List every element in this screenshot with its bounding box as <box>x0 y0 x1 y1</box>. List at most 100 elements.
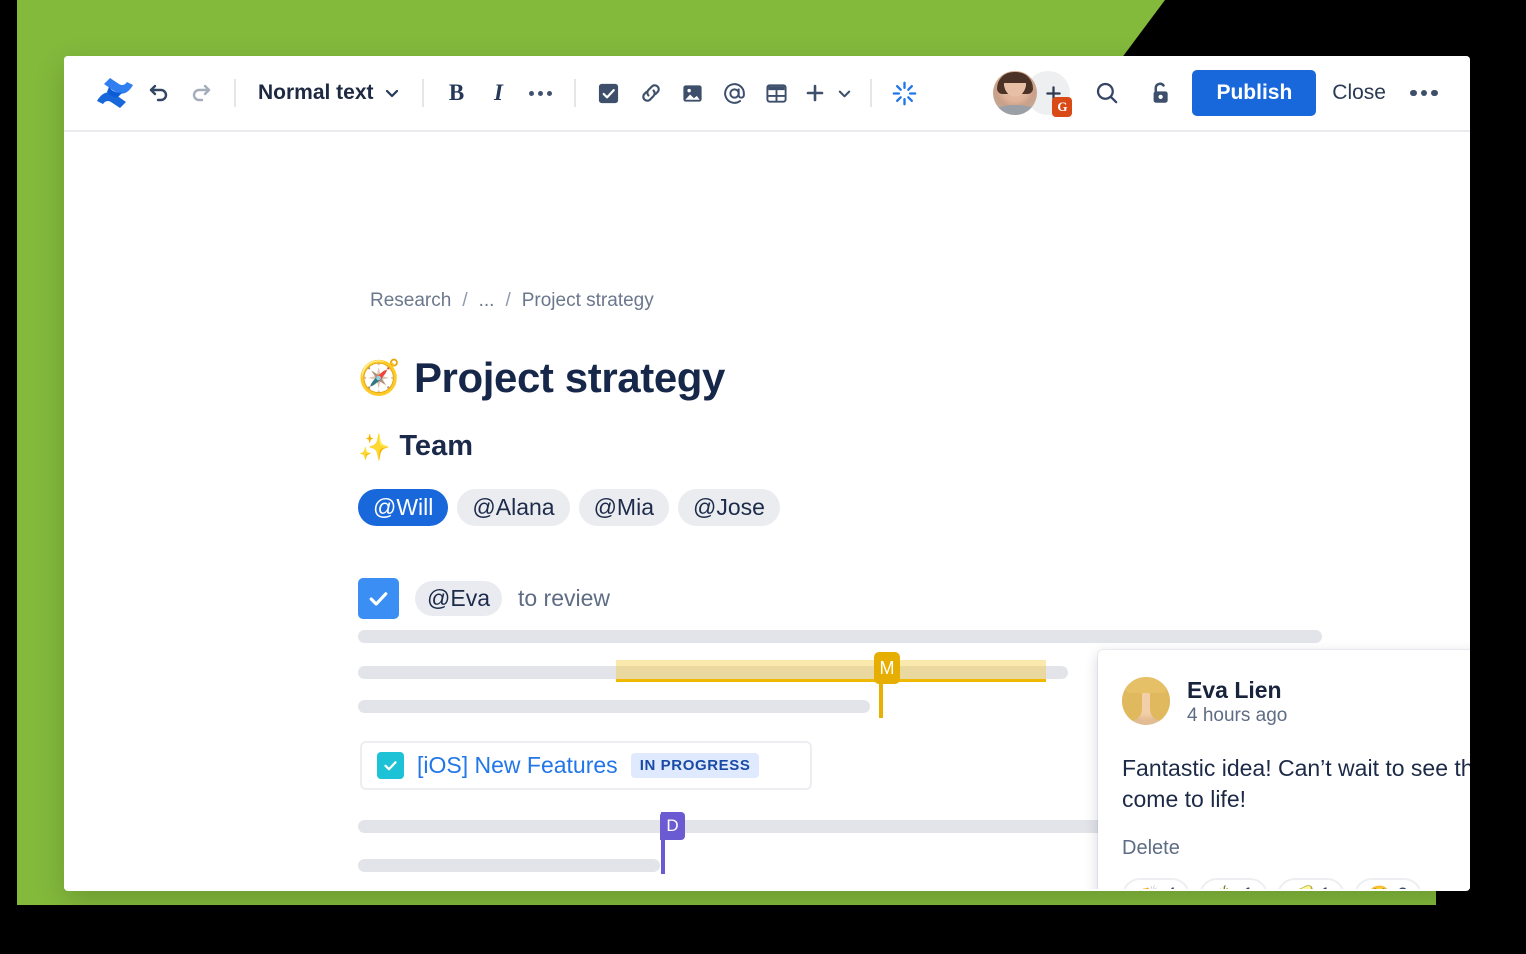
reaction-count: 2 <box>1397 885 1408 889</box>
action-item-button[interactable] <box>588 72 630 114</box>
breadcrumb-item-research[interactable]: Research <box>370 290 451 312</box>
breadcrumb-item-ellipsis[interactable]: ... <box>479 290 495 312</box>
reaction-astonished[interactable]: 😲 2 <box>1353 877 1422 889</box>
image-icon <box>683 84 702 102</box>
action-item-text: to review <box>517 585 611 611</box>
clap-icon: 👏 <box>1136 884 1160 889</box>
comment-delete-button[interactable]: Delete <box>1122 837 1470 860</box>
table-button[interactable] <box>756 72 798 114</box>
undo-button[interactable] <box>138 72 180 114</box>
sparkles-icon: ✨ <box>358 431 391 462</box>
toolbar-divider <box>869 79 872 107</box>
avatar-shoulder <box>993 105 1038 115</box>
redo-button[interactable] <box>180 72 222 114</box>
breadcrumb-separator: / <box>505 290 511 311</box>
mention-chip-jose[interactable]: @Jose <box>678 489 780 526</box>
unlock-icon <box>1154 82 1169 103</box>
breadcrumb: Research / ... / Project strategy <box>370 290 654 312</box>
toolbar-divider <box>573 79 576 107</box>
astonished-face-icon: 😲 <box>1368 884 1392 889</box>
avocado-icon: 🥑 <box>1291 884 1315 889</box>
atlassian-intelligence-button[interactable] <box>884 72 926 114</box>
section-heading-team: ✨ Team <box>358 430 473 463</box>
checkbox-icon <box>598 83 619 103</box>
comment-author: Eva Lien <box>1187 677 1282 703</box>
jira-smart-card[interactable]: [iOS] New Features IN PROGRESS <box>360 741 812 790</box>
reaction-count: 1 <box>1320 885 1331 889</box>
jira-issue-title: [iOS] New Features <box>417 752 618 778</box>
reaction-count: 1 <box>1243 885 1254 889</box>
mention-chip-mia[interactable]: @Mia <box>578 489 669 526</box>
collaborator-avatars: G <box>993 71 1073 117</box>
check-icon <box>384 761 397 771</box>
document-canvas: Research / ... / Project strategy 🧭 Proj… <box>64 132 1470 889</box>
placeholder-bar <box>358 859 660 872</box>
mention-chip-alana[interactable]: @Alana <box>457 489 570 526</box>
comment-author-block: Eva Lien 4 hours ago <box>1187 676 1287 727</box>
insert-menu-chevron-button[interactable] <box>832 72 858 114</box>
collaborator-flag-d: D <box>660 812 685 840</box>
toolbar-divider <box>421 79 424 107</box>
jira-status-checkbox[interactable] <box>377 752 404 779</box>
avatar-badge: G <box>1052 97 1073 117</box>
avatar[interactable] <box>993 71 1038 115</box>
section-heading-text: Team <box>399 430 473 462</box>
search-icon <box>1097 82 1118 104</box>
compass-icon[interactable]: 🧭 <box>358 361 400 395</box>
page-title-text: Project strategy <box>413 354 725 401</box>
team-mention-chips: @Will @Alana @Mia @Jose <box>358 489 780 526</box>
search-button[interactable] <box>1086 72 1128 114</box>
collaborator-flag-m: M <box>874 652 900 684</box>
breadcrumb-item-current[interactable]: Project strategy <box>522 290 654 312</box>
at-mention-icon <box>724 82 745 104</box>
action-item-row: @Eva to review <box>358 578 610 619</box>
confluence-editor-window: Normal text B I G Publish Close Research… <box>64 56 1470 891</box>
restrictions-button[interactable] <box>1138 72 1180 114</box>
italic-button[interactable]: I <box>478 72 520 114</box>
placeholder-bar <box>358 630 1322 643</box>
chevron-down-icon <box>385 89 398 98</box>
ellipsis-icon <box>529 90 553 96</box>
reaction-avocado[interactable]: 🥑 1 <box>1276 877 1345 889</box>
check-icon <box>369 592 388 606</box>
table-icon <box>766 83 787 103</box>
image-button[interactable] <box>672 72 714 114</box>
close-button[interactable]: Close <box>1316 70 1402 116</box>
publish-button[interactable]: Publish <box>1192 70 1317 116</box>
reaction-clap[interactable]: 👏 4 <box>1122 877 1191 889</box>
avatar-hair-top <box>1125 677 1167 694</box>
atlassian-intelligence-icon <box>892 81 917 105</box>
comment-timestamp: 4 hours ago <box>1187 704 1288 726</box>
reaction-tomato[interactable]: 🍅 1 <box>1199 877 1268 889</box>
avatar[interactable] <box>1122 677 1170 726</box>
tomato-icon: 🍅 <box>1213 884 1237 889</box>
breadcrumb-separator: / <box>462 290 468 311</box>
reaction-count: 4 <box>1166 885 1177 889</box>
editor-toolbar: Normal text B I G Publish Close <box>64 56 1470 132</box>
page-title: 🧭 Project strategy <box>358 354 725 402</box>
chevron-down-icon <box>838 90 851 97</box>
comment-popover: Eva Lien 4 hours ago Fantastic idea! Can… <box>1098 650 1470 889</box>
mention-chip-eva[interactable]: @Eva <box>415 581 502 616</box>
comment-reactions: 👏 4 🍅 1 🥑 1 😲 2 <box>1122 877 1470 889</box>
text-style-dropdown[interactable]: Normal text <box>248 72 410 114</box>
placeholder-bar <box>358 700 870 713</box>
collaborator-selection-highlight-m <box>616 660 1046 682</box>
comment-header: Eva Lien 4 hours ago <box>1122 676 1470 727</box>
link-button[interactable] <box>630 72 672 114</box>
confluence-logo-icon[interactable] <box>92 73 138 113</box>
mention-chip-will[interactable]: @Will <box>358 489 449 526</box>
more-formatting-button[interactable] <box>520 72 562 114</box>
overflow-menu-button[interactable] <box>1402 71 1446 115</box>
text-style-label: Normal text <box>258 81 374 104</box>
plus-icon <box>806 84 823 102</box>
comment-body: Fantastic idea! Can’t wait to see this c… <box>1122 754 1470 812</box>
screenshot-root: Normal text B I G Publish Close Research… <box>0 0 1526 954</box>
action-item-checkbox[interactable] <box>358 578 399 619</box>
ellipsis-icon <box>1410 89 1438 97</box>
insert-menu-button[interactable] <box>798 72 832 114</box>
toolbar-divider <box>234 79 236 107</box>
bold-button[interactable]: B <box>436 72 478 114</box>
status-badge: IN PROGRESS <box>630 753 760 778</box>
mention-button[interactable] <box>714 72 756 114</box>
